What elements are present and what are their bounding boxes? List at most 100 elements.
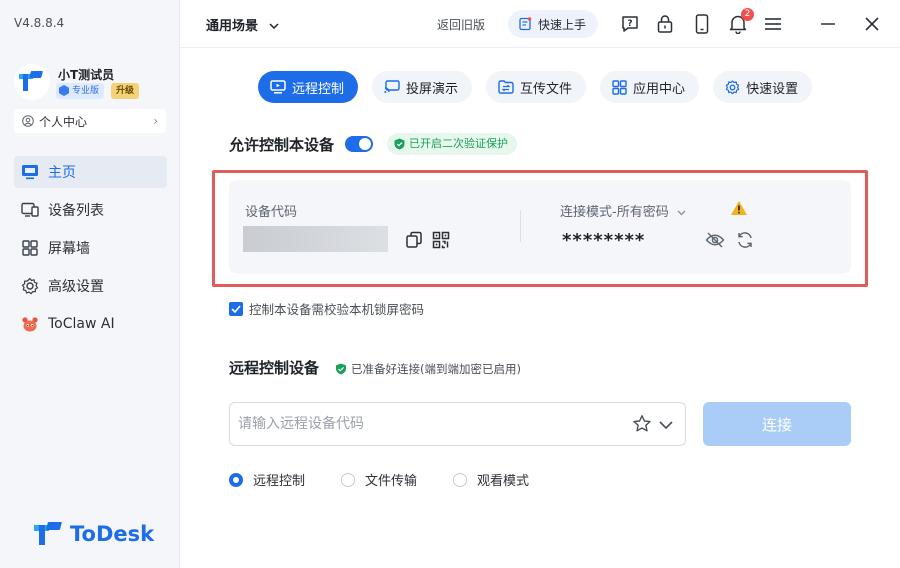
tab-cast[interactable]: 投屏演示 [372,71,473,103]
tab-label: 快速设置 [746,81,799,97]
book-icon [519,17,532,31]
notifications-button[interactable]: 2 [726,8,754,36]
tab-remote-control[interactable]: 远程控制 [258,71,359,103]
eye-off-icon [705,232,725,248]
sidebar-item-screen-wall[interactable]: 屏幕墙 [14,232,167,264]
copy-icon [406,231,422,248]
remote-control-title: 远程控制设备 [229,359,320,377]
mobile-phone-icon [695,14,709,34]
version-label: V4.8.8.4 [14,16,65,30]
username: 小T测试员 [58,68,115,82]
avatar[interactable] [14,64,50,100]
toggle-password-visibility-button[interactable] [705,231,725,253]
mode-label: 观看模式 [477,474,530,489]
connect-mode-dropdown[interactable]: 连接模式-所有密码 [560,201,686,220]
minimize-icon [821,23,835,25]
toclaw-icon [20,314,40,334]
app-center-icon [612,79,627,95]
tab-label: 应用中心 [633,81,686,97]
minimize-button[interactable] [816,12,840,36]
tab-app-center[interactable]: 应用中心 [600,71,700,103]
mode-remote-control[interactable]: 远程控制 [229,470,305,489]
mode-watch[interactable]: 观看模式 [453,470,529,489]
grid-icon [20,238,40,258]
header: 通用场景 返回旧版 快速上手 ? 2 [180,0,900,48]
sidebar-item-label: 高级设置 [48,279,104,295]
sidebar-item-label: ToClaw AI [48,316,115,332]
quick-start-button[interactable]: 快速上手 [508,10,599,38]
radio-button[interactable] [341,472,356,487]
star-icon [633,415,651,432]
close-icon [865,17,879,31]
personal-center-button[interactable]: 个人中心 › [14,109,166,133]
connection-ready-status: 已准备好连接(端到端加密已启用) [335,361,521,377]
settings-icon [725,79,740,95]
shield-check-icon [394,138,405,150]
tab-label: 互传文件 [520,81,573,97]
temporary-password: ******** [562,230,646,251]
help-button[interactable]: ? [618,12,642,36]
radio-button[interactable] [453,472,468,487]
history-dropdown-button[interactable] [658,416,674,435]
mode-label: 远程控制 [253,474,306,489]
feature-tabs: 远程控制 投屏演示 互传文件 应用中心 快速设置 [258,71,826,103]
connect-mode-label: 连接模式-所有密码 [560,205,669,220]
warning-icon[interactable] [730,200,748,220]
remote-control-icon [270,80,286,94]
todesk-logo: ToDesk [34,522,154,546]
svg-text:?: ? [627,19,632,29]
quick-start-label: 快速上手 [538,17,587,32]
copy-button[interactable] [405,231,423,253]
refresh-password-button[interactable] [736,231,754,253]
gear-icon [20,276,40,296]
remote-device-code-input[interactable] [229,402,686,446]
mode-file-transfer[interactable]: 文件传输 [341,470,417,489]
radio-button[interactable] [229,472,243,487]
todesk-logo-icon [34,522,62,545]
mobile-button[interactable] [690,12,714,36]
connect-button[interactable]: 连接 [703,402,851,446]
upgrade-button[interactable]: 升级 [111,83,140,99]
sidebar-item-advanced-settings[interactable]: 高级设置 [14,270,167,302]
sidebar: V4.8.8.4 小T测试员 专业版 升级 个人中心 › 主页 设备列表 屏幕墙… [0,0,180,568]
tab-label: 投屏演示 [406,81,459,97]
tab-quick-settings[interactable]: 快速设置 [713,71,813,103]
user-icon [22,115,34,127]
sidebar-item-toclaw-ai[interactable]: ToClaw AI [14,308,167,340]
logo-text: ToDesk [70,522,155,546]
cast-icon [384,80,400,94]
tab-file-transfer[interactable]: 互传文件 [486,71,587,103]
qr-code-icon [432,231,450,249]
menu-button[interactable] [761,12,785,36]
sidebar-item-device-list[interactable]: 设备列表 [14,194,167,226]
lock-screen-checkbox[interactable] [229,301,243,316]
verify-badge-label: 已开启二次验证保护 [409,137,508,150]
sidebar-item-label: 设备列表 [48,203,104,219]
card-divider [520,210,521,242]
menu-icon [765,18,781,30]
lock-screen-checkbox-label: 控制本设备需校验本机锁屏密码 [249,302,425,317]
device-list-icon [20,200,40,220]
tier-badge: 专业版 [56,83,105,99]
sidebar-item-home[interactable]: 主页 [14,156,167,188]
close-button[interactable] [860,12,884,36]
refresh-icon [738,232,752,248]
lock-button[interactable] [653,12,677,36]
lock-screen-verify-option[interactable]: 控制本设备需校验本机锁屏密码 [229,299,424,318]
sidebar-item-label: 主页 [48,165,76,181]
allow-control-toggle[interactable] [345,136,373,152]
file-transfer-icon [498,80,514,94]
scene-label: 通用场景 [206,19,259,34]
old-version-link[interactable]: 返回旧版 [437,16,485,33]
chevron-down-icon [677,210,686,215]
allow-control-title: 允许控制本设备 [229,136,335,154]
chevron-down-icon [659,421,673,430]
check-circle-icon [335,363,347,375]
notification-badge: 2 [741,8,754,21]
qr-code-button[interactable] [432,231,450,253]
sidebar-item-label: 屏幕墙 [48,241,90,257]
favorite-button[interactable] [632,414,652,438]
tab-label: 远程控制 [292,81,345,97]
scene-dropdown[interactable]: 通用场景 [206,15,279,34]
connection-mode-options: 远程控制 文件传输 观看模式 [229,470,565,489]
